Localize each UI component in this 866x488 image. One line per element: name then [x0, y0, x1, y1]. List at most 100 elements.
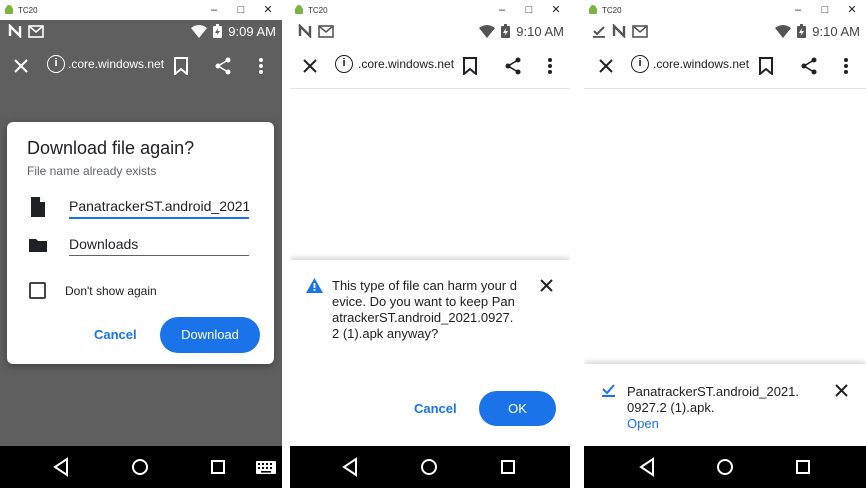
- bookmark-icon[interactable]: [169, 54, 193, 78]
- download-button[interactable]: Download: [160, 317, 260, 353]
- overflow-menu-icon[interactable]: [538, 54, 562, 78]
- wifi-icon: [479, 24, 496, 38]
- share-icon[interactable]: [501, 54, 525, 78]
- maximize-icon[interactable]: □: [233, 2, 249, 18]
- home-icon[interactable]: [128, 455, 152, 479]
- share-icon[interactable]: [211, 54, 235, 78]
- phone-panel-download-again: TC20 – □ ✕ 9:09 AM i .core.windows.net D…: [0, 0, 282, 488]
- maximize-icon[interactable]: □: [817, 2, 833, 18]
- download-done-icon: [593, 26, 605, 38]
- back-icon[interactable]: [636, 455, 660, 479]
- close-tab-icon[interactable]: [9, 54, 33, 78]
- battery-charging-icon: [501, 24, 511, 38]
- recents-icon[interactable]: [791, 455, 815, 479]
- dont-show-again-checkbox[interactable]: [29, 282, 46, 299]
- home-icon[interactable]: [417, 455, 441, 479]
- site-info-icon[interactable]: i: [47, 55, 65, 73]
- notification-n-icon: [298, 24, 312, 38]
- home-icon[interactable]: [713, 455, 737, 479]
- maximize-icon[interactable]: □: [521, 2, 537, 18]
- gmail-icon: [318, 24, 334, 38]
- cancel-button[interactable]: Cancel: [414, 401, 457, 416]
- download-again-dialog: Download file again? File name already e…: [7, 122, 274, 364]
- notification-n-icon: [8, 24, 22, 38]
- site-info-icon[interactable]: i: [631, 55, 649, 73]
- panel-divider: [282, 0, 290, 488]
- dialog-subtitle: File name already exists: [27, 164, 157, 178]
- emulator-title: TC20: [602, 5, 622, 15]
- ok-button[interactable]: OK: [479, 391, 556, 426]
- overflow-menu-icon[interactable]: [834, 54, 858, 78]
- emulator-titlebar: TC20 – □ ✕: [290, 0, 570, 20]
- minimize-icon[interactable]: –: [790, 2, 806, 18]
- battery-charging-icon: [797, 24, 807, 38]
- file-icon: [31, 197, 45, 217]
- overflow-menu-icon[interactable]: [249, 54, 273, 78]
- checkbox-label: Don't show again: [65, 284, 157, 298]
- browser-toolbar: i .core.windows.net: [584, 42, 866, 88]
- back-icon[interactable]: [50, 455, 74, 479]
- close-tab-icon[interactable]: [298, 54, 322, 78]
- wifi-icon: [775, 24, 792, 38]
- nav-bar: [0, 446, 282, 488]
- url-text[interactable]: .core.windows.net: [358, 57, 454, 71]
- share-icon[interactable]: [797, 54, 821, 78]
- nav-bar: [290, 446, 570, 488]
- download-complete-icon: [602, 384, 615, 397]
- wifi-icon: [191, 24, 208, 38]
- keyboard-icon[interactable]: [254, 455, 278, 479]
- bookmark-icon[interactable]: [458, 54, 482, 78]
- dialog-title: Download file again?: [27, 138, 195, 158]
- close-window-icon[interactable]: ✕: [260, 2, 276, 18]
- emulator-titlebar: TC20 – □ ✕: [0, 0, 282, 20]
- download-complete-message: PanatrackerST.android_2021.0927.2 (1).ap…: [627, 384, 800, 415]
- url-text[interactable]: .core.windows.net: [653, 57, 749, 71]
- recents-icon[interactable]: [496, 455, 520, 479]
- warning-icon: [306, 278, 323, 293]
- browser-toolbar: i .core.windows.net: [0, 42, 282, 88]
- minimize-icon[interactable]: –: [494, 2, 510, 18]
- notification-n-icon: [612, 24, 626, 38]
- close-tab-icon[interactable]: [594, 54, 618, 78]
- panel-divider: [570, 0, 584, 488]
- android-robot-icon: [5, 5, 13, 14]
- browser-toolbar: i .core.windows.net: [290, 42, 570, 88]
- harmful-file-warning-sheet: This type of file can harm your device. …: [290, 260, 570, 446]
- site-info-icon[interactable]: i: [335, 55, 353, 73]
- download-complete-sheet: PanatrackerST.android_2021.0927.2 (1).ap…: [584, 364, 866, 446]
- status-time: 9:10 AM: [516, 23, 564, 39]
- emulator-titlebar: TC20 – □ ✕: [584, 0, 866, 20]
- close-window-icon[interactable]: ✕: [844, 2, 860, 18]
- android-robot-icon: [295, 5, 303, 14]
- phone-panel-harmful-warning: TC20 – □ ✕ 9:10 AM i .core.windows.net T…: [290, 0, 570, 488]
- close-window-icon[interactable]: ✕: [548, 2, 564, 18]
- emulator-title: TC20: [308, 5, 328, 15]
- status-bar: 9:10 AM: [584, 20, 866, 42]
- status-bar: 9:10 AM: [290, 20, 570, 42]
- battery-charging-icon: [213, 24, 223, 38]
- folder-select[interactable]: Downloads: [69, 236, 249, 256]
- phone-panel-download-complete: TC20 – □ ✕ 9:10 AM i .core.windows.net P…: [584, 0, 866, 488]
- folder-icon: [29, 239, 47, 252]
- gmail-icon: [28, 24, 44, 38]
- status-bar: 9:09 AM: [0, 20, 282, 42]
- url-text[interactable]: .core.windows.net: [68, 57, 164, 71]
- dismiss-icon[interactable]: [540, 279, 553, 292]
- warning-message: This type of file can harm your device. …: [332, 278, 517, 341]
- gmail-icon: [632, 24, 648, 38]
- bookmark-icon[interactable]: [754, 54, 778, 78]
- web-content-area: [290, 88, 570, 258]
- web-content-area: [584, 88, 866, 364]
- status-time: 9:09 AM: [228, 23, 276, 39]
- nav-bar: [584, 446, 866, 488]
- minimize-icon[interactable]: –: [206, 2, 222, 18]
- dismiss-icon[interactable]: [835, 384, 848, 397]
- android-robot-icon: [589, 5, 597, 14]
- emulator-title: TC20: [18, 5, 38, 15]
- filename-input[interactable]: PanatrackerST.android_2021: [69, 198, 249, 219]
- status-time: 9:10 AM: [812, 23, 860, 39]
- recents-icon[interactable]: [206, 455, 230, 479]
- cancel-button[interactable]: Cancel: [94, 327, 137, 342]
- back-icon[interactable]: [339, 455, 363, 479]
- open-file-link[interactable]: Open: [627, 416, 659, 431]
